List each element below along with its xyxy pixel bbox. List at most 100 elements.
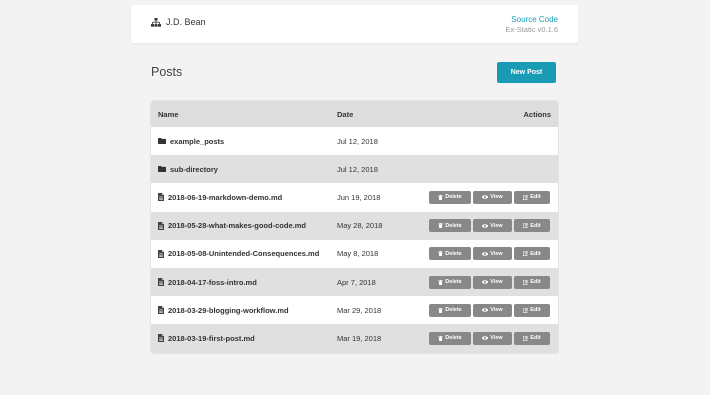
view-button[interactable]: View bbox=[473, 190, 512, 204]
brand-name: J.D. Bean bbox=[166, 17, 206, 27]
column-header-actions: Actions bbox=[523, 109, 551, 119]
table-row: 2018-03-29-blogging-workflow.md Mar 29, 2… bbox=[151, 296, 558, 325]
row-actions: Delete View Edit bbox=[429, 275, 550, 289]
eye-icon bbox=[482, 308, 489, 313]
trash-icon bbox=[438, 223, 443, 229]
file-link[interactable]: 2018-04-17-foss-intro.md bbox=[158, 278, 257, 287]
table-row: 2018-06-19-markdown-demo.md Jun 19, 2018 D… bbox=[151, 183, 558, 212]
row-name: 2018-05-28-what-makes-good-code.md bbox=[168, 221, 306, 231]
edit-button[interactable]: Edit bbox=[514, 275, 550, 289]
new-post-button[interactable]: New Post bbox=[497, 62, 556, 83]
folder-icon bbox=[158, 138, 166, 145]
view-label: View bbox=[490, 250, 503, 257]
file-icon bbox=[158, 193, 164, 202]
row-date: Jun 19, 2018 bbox=[337, 192, 381, 202]
table-header: Name Date Actions bbox=[151, 101, 558, 127]
table-row: example_posts Jul 12, 2018 bbox=[151, 127, 558, 156]
view-label: View bbox=[490, 307, 503, 314]
trash-icon bbox=[438, 307, 443, 313]
view-button[interactable]: View bbox=[473, 247, 512, 261]
file-link[interactable]: 2018-03-19-first-post.md bbox=[158, 334, 255, 343]
row-actions: Delete View Edit bbox=[429, 247, 550, 261]
eye-icon bbox=[482, 252, 489, 256]
view-label: View bbox=[490, 335, 503, 342]
file-link[interactable]: 2018-05-08-Unintended-Consequences.md bbox=[158, 249, 319, 258]
trash-icon bbox=[438, 279, 443, 285]
page-title: Posts bbox=[151, 65, 183, 79]
eye-icon bbox=[482, 280, 489, 284]
delete-button[interactable]: Delete bbox=[429, 331, 471, 345]
brand[interactable]: J.D. Bean bbox=[151, 17, 206, 27]
edit-label: Edit bbox=[530, 307, 541, 314]
file-icon bbox=[158, 249, 164, 258]
edit-button[interactable]: Edit bbox=[514, 219, 550, 233]
file-icon bbox=[158, 334, 164, 343]
delete-label: Delete bbox=[445, 279, 462, 286]
row-name: 2018-04-17-foss-intro.md bbox=[168, 277, 257, 287]
delete-button[interactable]: Delete bbox=[429, 275, 471, 289]
row-name: sub-directory bbox=[170, 164, 218, 174]
file-icon bbox=[158, 278, 164, 287]
view-button[interactable]: View bbox=[473, 219, 512, 233]
edit-icon bbox=[523, 223, 529, 229]
edit-button[interactable]: Edit bbox=[514, 190, 550, 204]
table-row: 2018-04-17-foss-intro.md Apr 7, 2018 Delet… bbox=[151, 267, 558, 297]
trash-icon bbox=[438, 335, 443, 341]
file-link[interactable]: 2018-05-28-what-makes-good-code.md bbox=[158, 221, 306, 230]
edit-icon bbox=[523, 279, 529, 285]
column-header-date: Date bbox=[337, 109, 354, 119]
table-row: sub-directory Jul 12, 2018 bbox=[151, 155, 558, 184]
row-date: Mar 19, 2018 bbox=[337, 333, 382, 343]
delete-button[interactable]: Delete bbox=[429, 219, 471, 233]
row-date: May 28, 2018 bbox=[337, 221, 383, 231]
table-row: 2018-05-08-Unintended-Consequences.md May… bbox=[151, 239, 558, 268]
delete-label: Delete bbox=[445, 194, 462, 201]
trash-icon bbox=[438, 194, 443, 200]
view-button[interactable]: View bbox=[473, 331, 512, 345]
view-label: View bbox=[490, 222, 503, 229]
source-code-link[interactable]: Source Code bbox=[505, 15, 558, 25]
file-icon bbox=[158, 306, 164, 315]
view-label: View bbox=[490, 279, 503, 286]
row-actions: Delete View Edit bbox=[429, 303, 550, 317]
view-button[interactable]: View bbox=[473, 275, 512, 289]
row-date: Jul 12, 2018 bbox=[337, 136, 378, 146]
view-button[interactable]: View bbox=[473, 303, 512, 317]
edit-icon bbox=[523, 307, 529, 313]
edit-icon bbox=[523, 336, 529, 341]
eye-icon bbox=[482, 336, 489, 341]
row-actions: Delete View Edit bbox=[429, 331, 550, 345]
eye-icon bbox=[482, 195, 489, 200]
row-name: 2018-03-19-first-post.md bbox=[168, 333, 255, 343]
posts-table: Name Date Actions example_posts Jul 12, 2… bbox=[151, 101, 558, 353]
folder-link[interactable]: example_posts bbox=[158, 137, 224, 146]
view-label: View bbox=[490, 194, 503, 201]
delete-button[interactable]: Delete bbox=[429, 303, 471, 317]
delete-label: Delete bbox=[445, 222, 462, 229]
row-name: 2018-06-19-markdown-demo.md bbox=[168, 192, 283, 202]
row-date: Jul 12, 2018 bbox=[337, 164, 378, 174]
edit-button[interactable]: Edit bbox=[514, 247, 550, 261]
header-info: Source Code Ex-Static v0.1.6 bbox=[505, 15, 558, 35]
row-actions: Delete View Edit bbox=[429, 219, 550, 233]
trash-icon bbox=[438, 251, 443, 257]
edit-label: Edit bbox=[530, 222, 541, 229]
row-date: Apr 7, 2018 bbox=[337, 277, 376, 287]
sitemap-icon bbox=[151, 17, 161, 27]
row-name: 2018-05-08-Unintended-Consequences.md bbox=[168, 249, 320, 259]
eye-icon bbox=[482, 223, 489, 228]
delete-button[interactable]: Delete bbox=[429, 190, 471, 204]
edit-icon bbox=[523, 251, 529, 257]
file-link[interactable]: 2018-03-29-blogging-workflow.md bbox=[158, 306, 289, 315]
folder-link[interactable]: sub-directory bbox=[158, 165, 218, 174]
delete-label: Delete bbox=[445, 250, 462, 257]
edit-button[interactable]: Edit bbox=[514, 303, 550, 317]
delete-button[interactable]: Delete bbox=[429, 247, 471, 261]
file-link[interactable]: 2018-06-19-markdown-demo.md bbox=[158, 193, 282, 202]
delete-label: Delete bbox=[445, 335, 462, 342]
table-body: example_posts Jul 12, 2018 sub-directory Ju… bbox=[151, 127, 558, 353]
edit-label: Edit bbox=[530, 250, 541, 257]
edit-icon bbox=[523, 195, 529, 200]
row-actions: Delete View Edit bbox=[429, 190, 550, 204]
edit-button[interactable]: Edit bbox=[514, 331, 550, 345]
